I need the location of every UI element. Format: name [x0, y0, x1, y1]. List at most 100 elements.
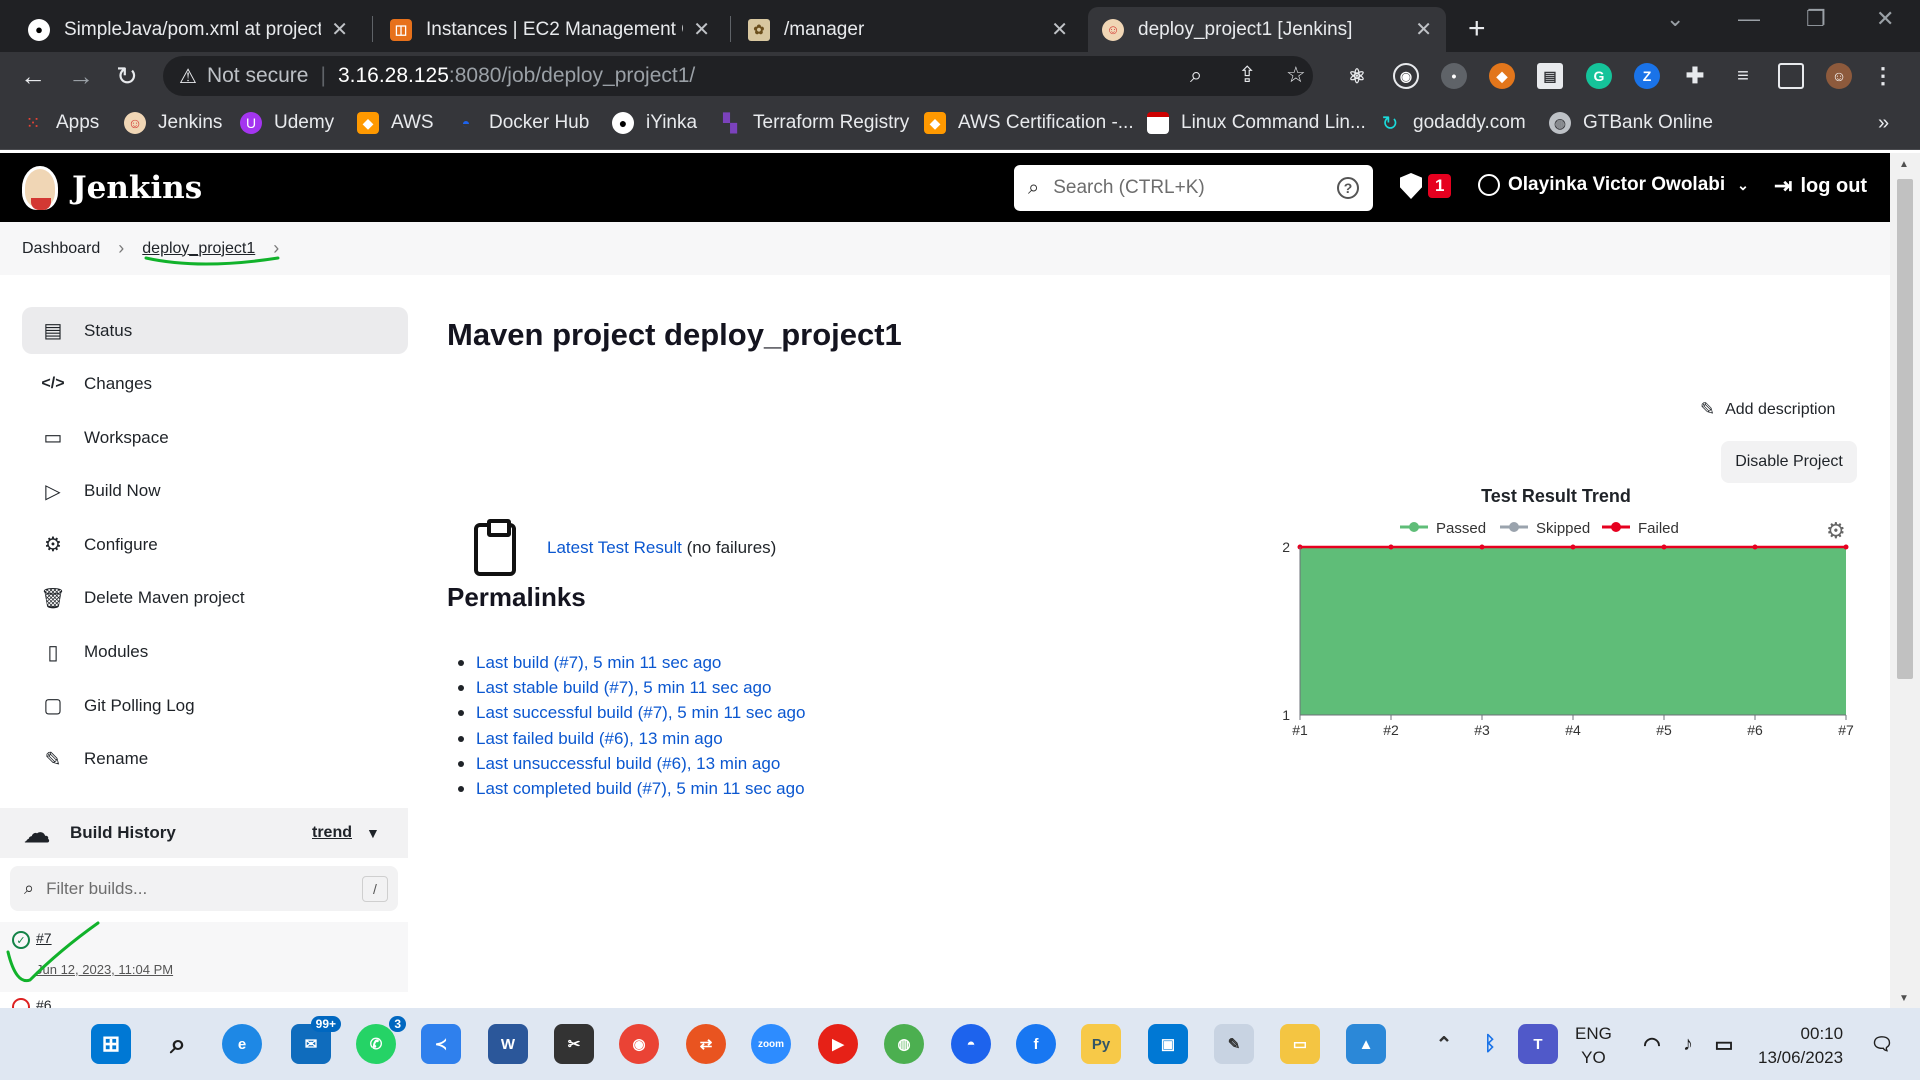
- close-icon[interactable]: ✕: [693, 17, 710, 42]
- edge-icon[interactable]: e: [222, 1024, 262, 1064]
- bookmark-apps[interactable]: ⁙ Apps: [22, 112, 99, 134]
- permalink-last-completed[interactable]: Last completed build (#7), 5 min 11 sec …: [476, 776, 805, 801]
- desktop-app-icon[interactable]: ▣: [1148, 1024, 1188, 1064]
- remote-icon[interactable]: ⇄: [686, 1024, 726, 1064]
- tab-github[interactable]: ● SimpleJava/pom.xml at project1 · ✕: [14, 7, 362, 52]
- battery-icon[interactable]: ▭: [1704, 1024, 1744, 1064]
- close-icon[interactable]: ✕: [1415, 17, 1432, 42]
- build-date-link[interactable]: Jun 12, 2023, 11:04 PM: [36, 962, 173, 977]
- bookmark-terraform[interactable]: ▚ Terraform Registry: [719, 112, 909, 134]
- close-icon[interactable]: ✕: [1051, 17, 1068, 42]
- close-window-button[interactable]: ✕: [1876, 6, 1894, 32]
- tab-search-icon[interactable]: ⌄: [1666, 6, 1684, 32]
- zoom-app-icon[interactable]: zoom: [751, 1024, 791, 1064]
- paint-icon[interactable]: ✎: [1214, 1024, 1254, 1064]
- facebook-icon[interactable]: f: [1016, 1024, 1056, 1064]
- search-icon[interactable]: ⌕: [158, 1024, 198, 1064]
- help-icon[interactable]: ?: [1337, 177, 1359, 199]
- bookmark-aws[interactable]: ◆ AWS: [357, 112, 434, 134]
- tab-jenkins[interactable]: ☺ deploy_project1 [Jenkins] ✕: [1088, 7, 1446, 52]
- breadcrumb-project[interactable]: deploy_project1: [142, 240, 255, 258]
- sidebar-item-modules[interactable]: ▯ Modules: [22, 629, 408, 676]
- permalink-last-stable[interactable]: Last stable build (#7), 5 min 11 sec ago: [476, 675, 805, 700]
- sidebar-item-workspace[interactable]: ▭ Workspace: [22, 414, 408, 461]
- trend-link[interactable]: trend: [312, 824, 352, 842]
- search-input[interactable]: ⌕ Search (CTRL+K) ?: [1014, 165, 1373, 211]
- security-label[interactable]: Not secure: [207, 64, 309, 88]
- bookmark-linux[interactable]: Linux Command Lin...: [1147, 112, 1366, 134]
- build-number-link[interactable]: #7: [36, 930, 52, 946]
- python-icon[interactable]: Py: [1081, 1024, 1121, 1064]
- share-icon[interactable]: ⇪: [1238, 62, 1256, 88]
- reload-button[interactable]: ↻: [116, 61, 138, 92]
- avatar[interactable]: ☺: [1826, 63, 1852, 89]
- user-menu[interactable]: Olayinka Victor Owolabi ⌄: [1478, 174, 1749, 196]
- restore-button[interactable]: ❐: [1806, 6, 1826, 32]
- vscode-icon[interactable]: ≺: [421, 1024, 461, 1064]
- menu-icon[interactable]: ⋮: [1870, 63, 1896, 89]
- permalink-last-failed[interactable]: Last failed build (#6), 13 min ago: [476, 726, 805, 751]
- teams-icon[interactable]: T: [1518, 1024, 1558, 1064]
- tab-ec2[interactable]: ◫ Instances | EC2 Management Con ✕: [376, 7, 724, 52]
- globe-app-icon[interactable]: ◍: [884, 1024, 924, 1064]
- word-icon[interactable]: W: [488, 1024, 528, 1064]
- chevron-up-icon[interactable]: ⌃: [1424, 1024, 1464, 1064]
- build-row[interactable]: #6: [0, 996, 408, 1008]
- sidepanel-icon[interactable]: [1778, 63, 1804, 89]
- record-icon[interactable]: ◉: [1393, 63, 1419, 89]
- snipping-tool-icon[interactable]: ✂: [554, 1024, 594, 1064]
- warning-icon[interactable]: ⚠: [179, 64, 197, 89]
- whatsapp-icon[interactable]: ✆ 3: [356, 1016, 406, 1064]
- photos-icon[interactable]: ▲: [1346, 1024, 1386, 1064]
- minimize-button[interactable]: —: [1738, 6, 1760, 32]
- clipboard-ext-icon[interactable]: ▤: [1537, 63, 1563, 89]
- jenkins-logo[interactable]: Jenkins: [22, 166, 202, 210]
- forward-button[interactable]: →: [68, 61, 94, 92]
- build-number-link[interactable]: #6: [36, 997, 52, 1008]
- bookmark-dockerhub[interactable]: ◓ Docker Hub: [455, 112, 590, 134]
- new-tab-button[interactable]: +: [1468, 12, 1486, 46]
- chrome-icon[interactable]: ◉: [619, 1024, 659, 1064]
- filter-builds-input[interactable]: ⌕ Filter builds... /: [10, 866, 398, 911]
- zoom-ext-icon[interactable]: Z: [1634, 63, 1660, 89]
- reading-list-icon[interactable]: ≡: [1730, 63, 1756, 89]
- star-icon[interactable]: ☆: [1286, 62, 1306, 88]
- extension-icon[interactable]: •: [1441, 63, 1467, 89]
- chevron-down-icon[interactable]: ▼: [366, 825, 380, 841]
- bookmark-gtbank[interactable]: ◍ GTBank Online: [1549, 112, 1713, 134]
- sidebar-item-changes[interactable]: </> Changes: [22, 361, 408, 408]
- youtube-icon[interactable]: ▶: [818, 1024, 858, 1064]
- add-description-link[interactable]: ✎ Add description: [1700, 399, 1835, 420]
- sidebar-item-build-now[interactable]: ▷ Build Now: [22, 468, 408, 515]
- docker-icon[interactable]: ◓: [951, 1024, 991, 1064]
- windows-start-icon[interactable]: ⊞: [91, 1024, 131, 1064]
- disable-project-button[interactable]: Disable Project: [1721, 441, 1857, 483]
- notification-icon[interactable]: 🗨: [1862, 1024, 1902, 1064]
- mail-icon[interactable]: ✉ 99+: [291, 1016, 341, 1064]
- clock[interactable]: 00:10 13/06/2023: [1758, 1022, 1843, 1070]
- scrollbar-thumb[interactable]: [1897, 179, 1913, 679]
- sidebar-item-rename[interactable]: ✎ Rename: [22, 736, 408, 783]
- address-bar[interactable]: ⚠ Not secure | 3.16.28.125 :8080/job/dep…: [163, 56, 1313, 96]
- security-monitor[interactable]: 1: [1400, 173, 1452, 199]
- latest-test-result-link[interactable]: Latest Test Result: [547, 538, 682, 557]
- permalink-last-successful[interactable]: Last successful build (#7), 5 min 11 sec…: [476, 701, 805, 726]
- bookmark-iyinka[interactable]: ● iYinka: [612, 112, 697, 134]
- chevron-down-icon[interactable]: ⌄: [1737, 177, 1749, 194]
- bookmark-jenkins[interactable]: ☺ Jenkins: [124, 112, 222, 134]
- breadcrumb-dashboard[interactable]: Dashboard: [22, 240, 100, 258]
- close-icon[interactable]: ✕: [331, 17, 348, 42]
- logout-link[interactable]: ⇥ log out: [1774, 173, 1867, 199]
- more-bookmarks-icon[interactable]: »: [1878, 112, 1889, 135]
- bookmark-aws-cert[interactable]: ◆ AWS Certification -...: [924, 112, 1134, 134]
- sidebar-item-configure[interactable]: ⚙ Configure: [22, 521, 408, 568]
- react-devtools-icon[interactable]: ⚛: [1344, 63, 1370, 89]
- tab-manager[interactable]: ✿ /manager ✕: [734, 7, 1082, 52]
- back-button[interactable]: ←: [20, 61, 46, 92]
- sidebar-item-status[interactable]: ▤ Status: [22, 307, 408, 354]
- volume-icon[interactable]: ♪: [1668, 1024, 1708, 1064]
- build-row[interactable]: ✓ #7 Jun 12, 2023, 11:04 PM: [0, 922, 408, 992]
- wifi-icon[interactable]: ◠: [1632, 1024, 1672, 1064]
- language-indicator[interactable]: ENG YO: [1575, 1022, 1612, 1070]
- sidebar-item-delete[interactable]: 🗑 Delete Maven project: [22, 575, 408, 622]
